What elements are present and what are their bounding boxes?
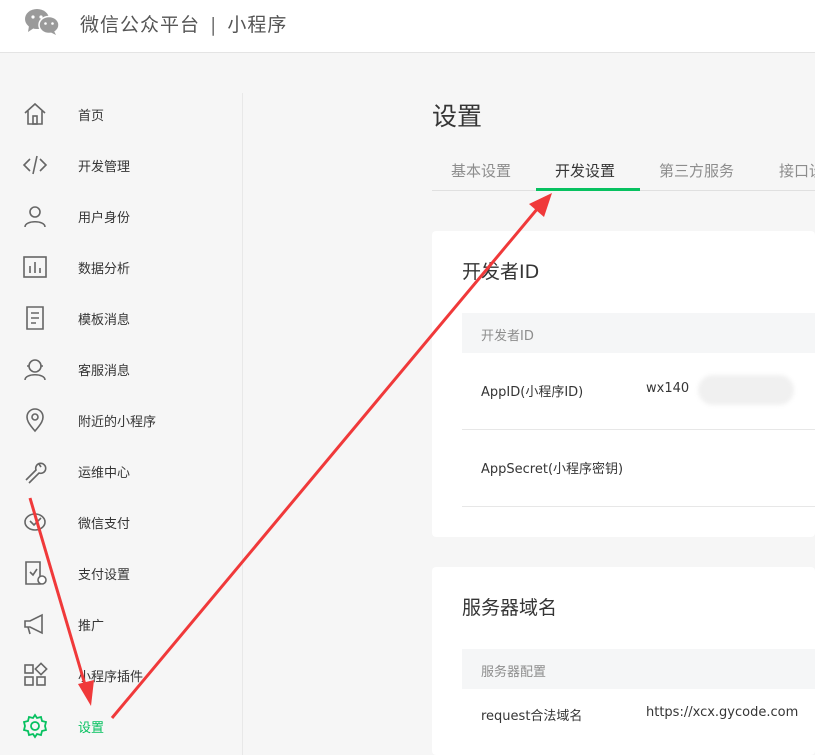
row-key: request合法域名 (481, 709, 583, 724)
document-icon (26, 306, 44, 330)
table-header: 服务器配置 (462, 649, 815, 689)
tab-api-settings[interactable]: 接口设 (779, 160, 815, 181)
appid-value: wx140 (646, 381, 690, 396)
headset-icon (24, 359, 46, 381)
home-icon (24, 102, 46, 125)
card-title: 开发者ID (462, 261, 540, 283)
sidebar-item-template-message[interactable]: 模板消息 (0, 297, 242, 337)
sidebar-item-data-analysis[interactable]: 数据分析 (0, 246, 242, 286)
wrench-icon (25, 462, 47, 484)
sidebar-item-label: 开发管理 (78, 160, 131, 175)
gear-icon (22, 713, 48, 739)
chart-icon (23, 256, 47, 278)
sidebar-item-operations[interactable]: 运维中心 (0, 450, 242, 490)
wechat-logo-icon[interactable] (24, 8, 60, 36)
sidebar-item-label: 附近的小程序 (78, 415, 157, 430)
wallet-icon (24, 513, 46, 531)
sidebar-item-payment-settings[interactable]: 支付设置 (0, 552, 242, 592)
sidebar-item-settings[interactable]: 设置 (0, 705, 242, 745)
developer-id-card: 开发者ID 开发者ID AppID(小程序ID) wx140 AppSecret… (432, 231, 815, 537)
sidebar-item-label: 模板消息 (78, 313, 131, 328)
sidebar-item-label: 首页 (78, 109, 105, 124)
megaphone-icon (24, 613, 43, 635)
sidebar-item-home[interactable]: 首页 (0, 93, 242, 133)
tab-basic-settings[interactable]: 基本设置 (451, 160, 511, 181)
user-icon (24, 206, 46, 228)
row-key: AppID(小程序ID) (481, 385, 584, 400)
page-title: 设置 (432, 102, 483, 131)
sidebar-item-dev-management[interactable]: 开发管理 (0, 144, 242, 184)
sidebar-item-wechat-pay[interactable]: 微信支付 (0, 501, 242, 541)
sidebar-item-label: 运维中心 (78, 466, 131, 481)
sidebar: 首页 开发管理 用户身份 数据分析 模板消息 客服消息 附近的小程序 运维中心 … (0, 93, 243, 755)
sidebar-item-user-identity[interactable]: 用户身份 (0, 195, 242, 235)
redaction-blur (698, 375, 794, 405)
table-header: 开发者ID (462, 313, 815, 353)
sidebar-item-label: 用户身份 (78, 211, 131, 226)
sidebar-item-label: 设置 (78, 721, 105, 736)
location-pin-icon (26, 408, 44, 433)
server-domain-card: 服务器域名 服务器配置 request合法域名 https://xcx.gyco… (432, 567, 815, 755)
active-tab-indicator (536, 188, 640, 191)
sidebar-item-plugins[interactable]: 小程序插件 (0, 654, 242, 694)
top-bar: 微信公众平台 | 小程序 (0, 0, 815, 53)
sidebar-item-label: 微信支付 (78, 517, 131, 532)
table-row-appsecret: AppSecret(小程序密钥) (462, 430, 815, 507)
sidebar-item-label: 推广 (78, 619, 105, 634)
plugin-grid-icon (24, 662, 48, 686)
tab-third-party[interactable]: 第三方服务 (659, 160, 734, 181)
sidebar-item-nearby-miniprogram[interactable]: 附近的小程序 (0, 399, 242, 439)
sidebar-item-label: 小程序插件 (78, 670, 144, 685)
request-domain-value: https://xcx.gycode.com (646, 705, 799, 720)
tab-dev-settings[interactable]: 开发设置 (555, 160, 615, 181)
main-content: 设置 基本设置 开发设置 第三方服务 接口设 开发者ID 开发者ID AppID… (243, 53, 815, 755)
payment-settings-icon (25, 561, 47, 585)
sidebar-item-label: 支付设置 (78, 568, 131, 583)
row-key: AppSecret(小程序密钥) (481, 462, 624, 477)
table-row-request-domain: request合法域名 https://xcx.gycode.com (462, 689, 815, 755)
sidebar-item-promotion[interactable]: 推广 (0, 603, 242, 643)
sidebar-item-customer-service[interactable]: 客服消息 (0, 348, 242, 388)
platform-title[interactable]: 微信公众平台 | 小程序 (80, 10, 287, 37)
settings-tabs: 基本设置 开发设置 第三方服务 接口设 (432, 153, 815, 191)
code-icon (22, 155, 48, 175)
table-row-appid: AppID(小程序ID) wx140 (462, 353, 815, 430)
sidebar-item-label: 客服消息 (78, 364, 131, 379)
card-title: 服务器域名 (462, 597, 558, 619)
sidebar-item-label: 数据分析 (78, 262, 131, 277)
